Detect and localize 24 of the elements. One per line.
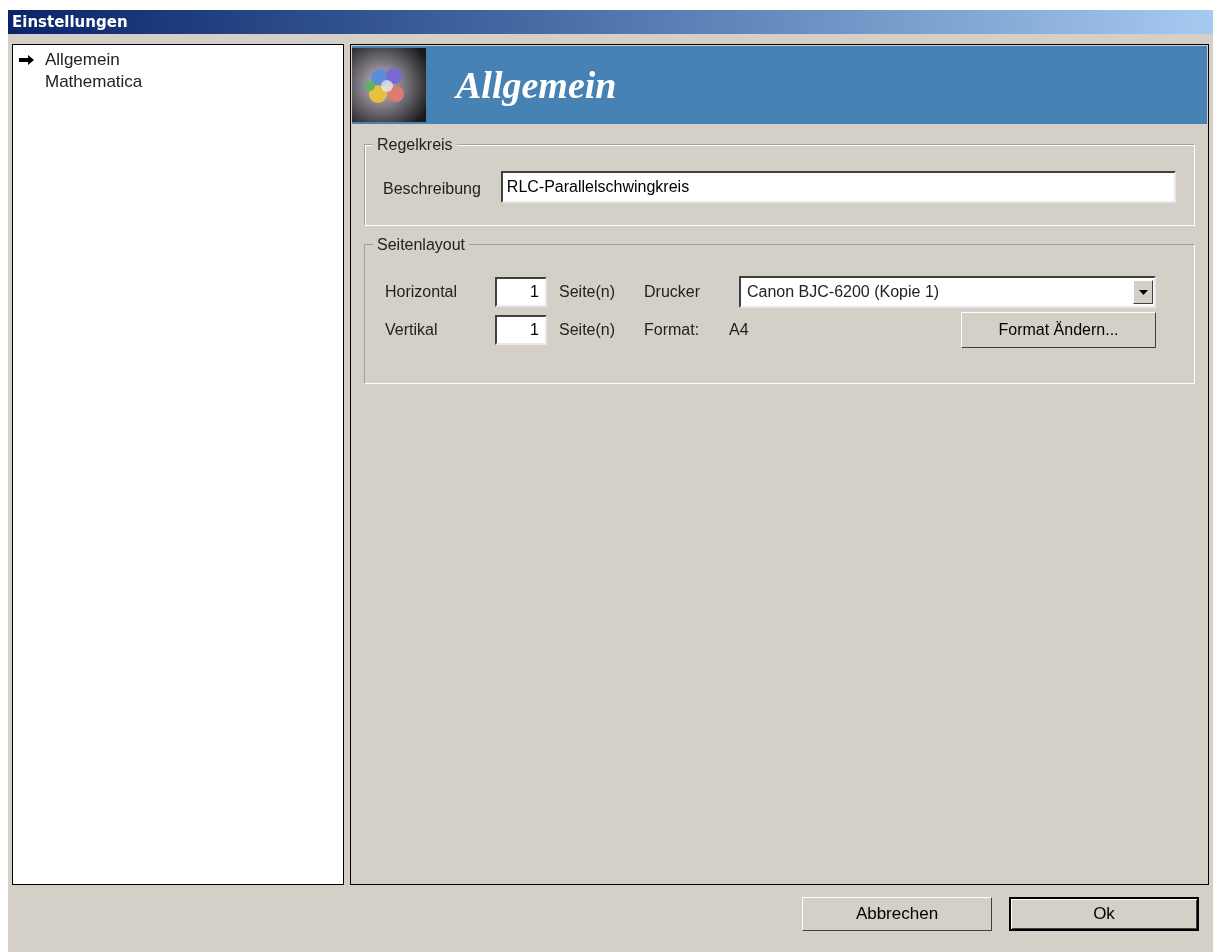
printer-value: Canon BJC-6200 (Kopie 1) bbox=[746, 282, 941, 302]
caret-icon bbox=[1138, 289, 1148, 295]
page-title: Allgemein bbox=[456, 62, 617, 108]
printer-dropdown[interactable]: Canon BJC-6200 (Kopie 1) bbox=[739, 276, 1156, 308]
sidebar-item[interactable]: Allgemein bbox=[19, 49, 120, 71]
star-logo-icon bbox=[352, 48, 426, 122]
unit-label: Seite(n) bbox=[559, 282, 617, 302]
pages-field[interactable]: 1 bbox=[495, 277, 547, 307]
dropdown-button[interactable] bbox=[1133, 280, 1153, 304]
pages-field[interactable]: 1 bbox=[495, 315, 547, 345]
field-label: Beschreibung bbox=[383, 179, 481, 199]
field-label: Format: bbox=[644, 320, 701, 340]
format-value: A4 bbox=[729, 320, 750, 340]
change-format-button[interactable]: Format Ändern... bbox=[961, 312, 1156, 348]
description-field[interactable]: RLC-Parallelschwingkreis bbox=[500, 171, 1176, 203]
sidebar-item[interactable]: Mathematica bbox=[19, 71, 143, 93]
unit-label: Seite(n) bbox=[559, 320, 617, 340]
field-label: Horizontal bbox=[385, 282, 459, 302]
field-label: Drucker bbox=[644, 282, 701, 302]
field-label: Vertikal bbox=[385, 320, 439, 340]
arrow-icon bbox=[19, 55, 34, 65]
ok-button[interactable]: Ok bbox=[1009, 897, 1199, 931]
cancel-button[interactable]: Abbrechen bbox=[802, 897, 992, 931]
window-title: Einstellungen bbox=[12, 11, 128, 33]
